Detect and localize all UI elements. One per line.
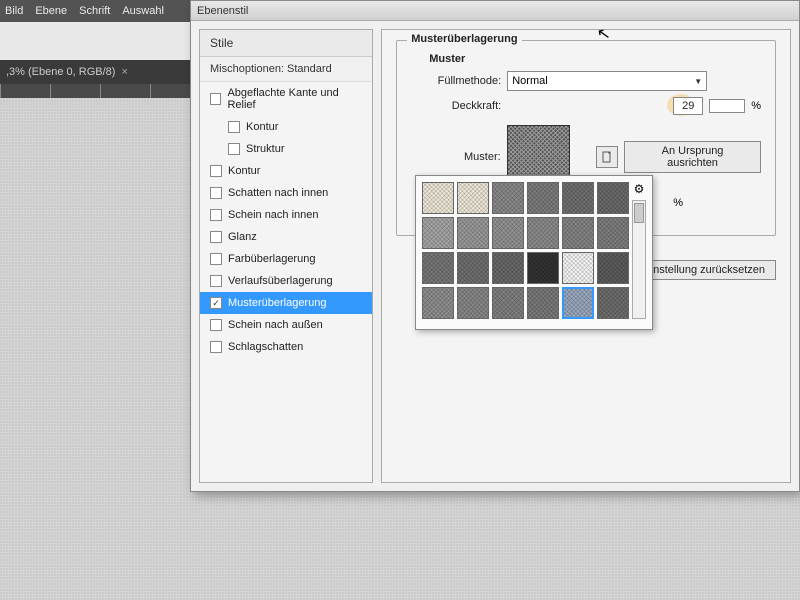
style-item-4[interactable]: Schatten nach innen	[200, 182, 372, 204]
close-icon[interactable]: ×	[121, 66, 127, 78]
group-subtitle: Muster	[429, 53, 761, 65]
fillmethod-value: Normal	[512, 75, 547, 87]
checkbox[interactable]	[210, 253, 222, 265]
pattern-swatch[interactable]	[492, 287, 524, 319]
document-tabbar: ,3% (Ebene 0, RGB/8) ×	[0, 60, 190, 84]
checkbox[interactable]	[210, 93, 221, 105]
style-list: Abgeflachte Kante und Relief Kontur Strukt…	[200, 82, 372, 482]
pattern-swatch[interactable]	[527, 252, 559, 284]
pattern-swatch[interactable]	[527, 182, 559, 214]
style-item-label: Schein nach innen	[228, 209, 319, 221]
pattern-swatch[interactable]	[527, 217, 559, 249]
style-item-2[interactable]: Struktur	[200, 138, 372, 160]
document-tab[interactable]: ,3% (Ebene 0, RGB/8)	[6, 66, 115, 78]
style-item-3[interactable]: Kontur	[200, 160, 372, 182]
style-item-label: Schein nach außen	[228, 319, 323, 331]
style-item-label: Abgeflachte Kante und Relief	[227, 87, 362, 111]
checkbox[interactable]	[210, 165, 222, 177]
opacity-slider[interactable]	[709, 99, 745, 113]
style-item-label: Kontur	[246, 121, 278, 133]
checkbox[interactable]	[210, 187, 222, 199]
blend-options-header[interactable]: Mischoptionen: Standard	[200, 57, 372, 82]
opacity-field[interactable]	[673, 97, 703, 115]
picker-scrollbar[interactable]	[632, 200, 646, 319]
pattern-swatch[interactable]	[527, 287, 559, 319]
checkbox[interactable]	[210, 275, 222, 287]
fillmethod-label: Füllmethode:	[411, 75, 501, 87]
checkbox[interactable]	[210, 341, 222, 353]
horizontal-ruler	[0, 84, 190, 98]
style-item-label: Musterüberlagerung	[228, 297, 326, 309]
pattern-swatch[interactable]	[562, 287, 594, 319]
fillmethod-select[interactable]: Normal ▼	[507, 71, 707, 91]
styles-panel: Stile Mischoptionen: Standard Abgeflacht…	[199, 29, 373, 483]
pattern-swatch[interactable]	[562, 252, 594, 284]
pattern-swatch[interactable]	[422, 182, 454, 214]
scale-unit: %	[673, 197, 683, 209]
style-item-11[interactable]: Schlagschatten	[200, 336, 372, 358]
pattern-label: Muster:	[411, 151, 500, 163]
group-title: Musterüberlagerung	[407, 33, 521, 45]
pattern-swatch[interactable]	[457, 252, 489, 284]
reset-button[interactable]: einstellung zurücksetzen	[634, 260, 776, 280]
checkbox[interactable]	[228, 121, 240, 133]
pattern-swatch[interactable]	[492, 217, 524, 249]
style-item-label: Schlagschatten	[228, 341, 303, 353]
dialog-titlebar[interactable]: Ebenenstil	[191, 1, 799, 21]
pattern-swatch[interactable]	[492, 252, 524, 284]
pattern-swatch[interactable]	[457, 217, 489, 249]
style-item-label: Schatten nach innen	[228, 187, 328, 199]
style-item-label: Struktur	[246, 143, 285, 155]
menu-schrift[interactable]: Schrift	[79, 5, 110, 17]
checkbox[interactable]	[210, 209, 222, 221]
style-item-label: Farbüberlagerung	[228, 253, 315, 265]
style-item-label: Glanz	[228, 231, 257, 243]
snap-origin-button[interactable]: An Ursprung ausrichten	[624, 141, 761, 173]
menu-auswahl[interactable]: Auswahl	[122, 5, 164, 17]
pattern-swatch[interactable]	[457, 287, 489, 319]
scrollbar-thumb[interactable]	[634, 203, 644, 223]
style-item-0[interactable]: Abgeflachte Kante und Relief	[200, 82, 372, 116]
style-item-10[interactable]: Schein nach außen	[200, 314, 372, 336]
pattern-swatch[interactable]	[492, 182, 524, 214]
pattern-swatch[interactable]	[597, 217, 629, 249]
style-item-9[interactable]: ✓ Musterüberlagerung	[200, 292, 372, 314]
pattern-grid	[422, 182, 646, 319]
checkbox[interactable]	[228, 143, 240, 155]
pattern-swatch[interactable]	[562, 217, 594, 249]
style-item-7[interactable]: Farbüberlagerung	[200, 248, 372, 270]
style-item-label: Kontur	[228, 165, 260, 177]
pattern-swatch[interactable]	[422, 287, 454, 319]
menu-bild[interactable]: Bild	[5, 5, 23, 17]
checkbox[interactable]: ✓	[210, 297, 222, 309]
opacity-label: Deckkraft:	[411, 100, 501, 112]
style-item-8[interactable]: Verlaufsüberlagerung	[200, 270, 372, 292]
new-preset-button[interactable]	[596, 146, 618, 168]
chevron-down-icon: ▼	[694, 77, 702, 86]
page-icon	[601, 151, 613, 163]
pattern-swatch[interactable]	[597, 287, 629, 319]
pattern-swatch[interactable]	[457, 182, 489, 214]
opacity-unit: %	[751, 100, 761, 112]
pattern-swatch[interactable]	[597, 182, 629, 214]
dialog-title: Ebenenstil	[197, 5, 248, 17]
gear-icon[interactable]: ⚙	[634, 182, 645, 196]
menu-ebene[interactable]: Ebene	[35, 5, 67, 17]
style-item-label: Verlaufsüberlagerung	[228, 275, 333, 287]
pattern-swatch[interactable]	[422, 252, 454, 284]
pattern-swatch[interactable]	[422, 217, 454, 249]
pattern-swatch[interactable]	[562, 182, 594, 214]
checkbox[interactable]	[210, 231, 222, 243]
pattern-swatch[interactable]	[597, 252, 629, 284]
style-item-5[interactable]: Schein nach innen	[200, 204, 372, 226]
style-item-1[interactable]: Kontur	[200, 116, 372, 138]
app-menubar: Bild Ebene Schrift Auswahl	[0, 0, 190, 22]
pattern-picker: ⚙	[415, 175, 653, 330]
styles-header[interactable]: Stile	[200, 30, 372, 57]
style-item-6[interactable]: Glanz	[200, 226, 372, 248]
checkbox[interactable]	[210, 319, 222, 331]
